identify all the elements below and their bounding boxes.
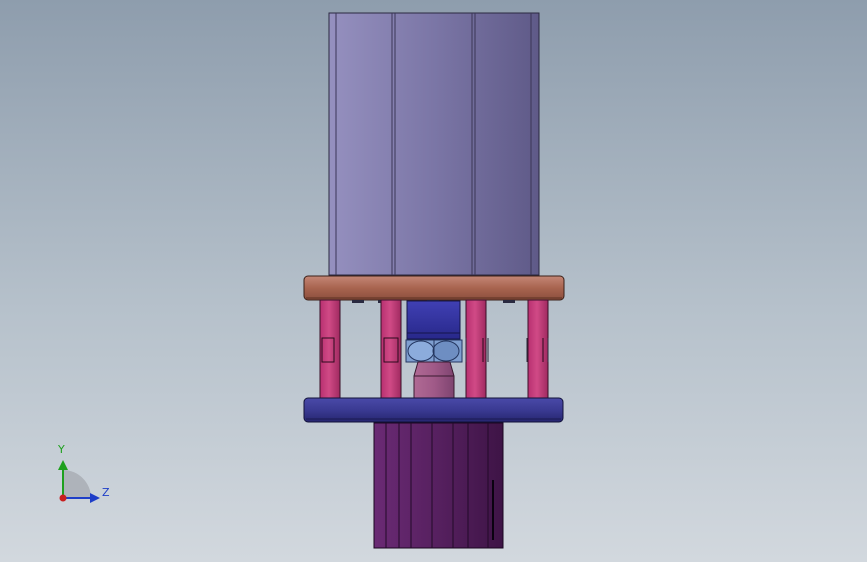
z-axis-label: Z (102, 486, 110, 499)
piston-neck[interactable] (413, 361, 455, 399)
y-axis-label: Y (58, 443, 65, 456)
base-block[interactable] (373, 422, 504, 549)
cad-model[interactable] (0, 0, 867, 562)
reference-triad (58, 460, 100, 503)
lower-plate[interactable] (303, 397, 564, 423)
graphics-viewport[interactable]: Y Z (0, 0, 867, 562)
guide-post-4[interactable] (527, 299, 549, 399)
x-axis-dot (59, 494, 67, 502)
guide-post-2[interactable] (380, 299, 402, 399)
hex-nut[interactable] (405, 339, 463, 363)
guide-post-3[interactable] (465, 299, 487, 399)
upper-plate[interactable] (303, 275, 565, 301)
center-block[interactable] (406, 300, 461, 340)
cylinder-body[interactable] (328, 12, 540, 276)
guide-post-1[interactable] (319, 299, 341, 399)
